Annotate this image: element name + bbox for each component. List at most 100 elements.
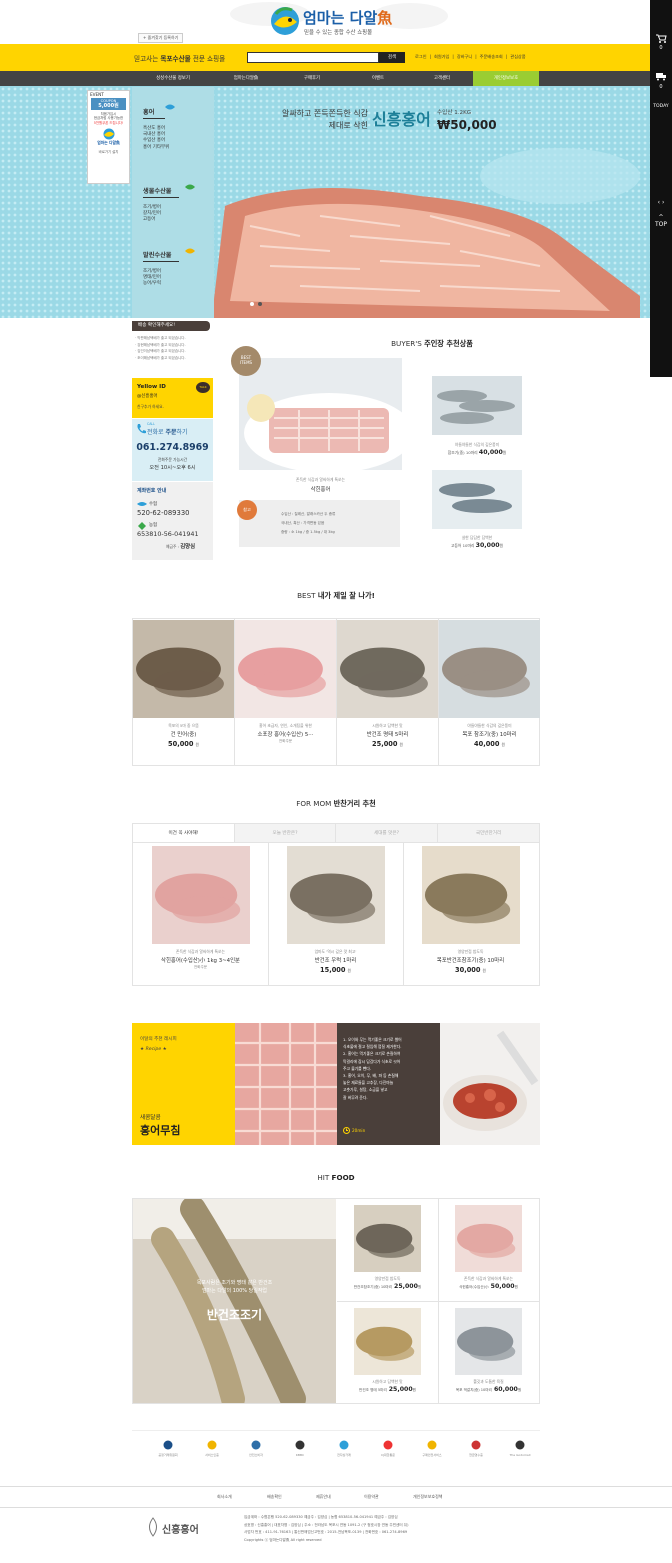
buyers-main-name[interactable]: 삭힌홍어 xyxy=(239,485,402,493)
footer-link-terms[interactable]: 이용약관 xyxy=(364,1494,379,1500)
account-box: 계좌번호 안내 수협 520-62-089330 농협 653810-56-04… xyxy=(132,482,213,560)
fish-photo xyxy=(439,620,540,718)
product-image[interactable] xyxy=(133,620,234,718)
link-login[interactable]: 로그인 xyxy=(415,54,427,60)
product-image[interactable] xyxy=(421,846,520,944)
nav-info[interactable]: 싱싱수산물 정보기 xyxy=(133,71,213,86)
product-image[interactable] xyxy=(439,620,540,718)
recipe-yellow-panel: 이달의 추천 레시피 ★ Recipe ★ 새콤달콤 홍어무침 xyxy=(132,1023,235,1145)
event-banner[interactable]: EVENT COUPON 5,000원 처음가입시 현금처럼 사용가능한 5천원쿠폰 … xyxy=(87,90,130,184)
cart-icon[interactable] xyxy=(655,33,667,43)
tab-generation[interactable]: 세대를 맛은? xyxy=(336,824,438,842)
hitfood-big-image[interactable]: 목포사람은 조기와 명태 같은 반건조 엄마는 다알의 100% 당일작업 반건조… xyxy=(133,1199,336,1403)
formom-title: FOR MOM 반찬거리 추천 xyxy=(296,799,376,808)
footer-link-about[interactable]: 회사소개 xyxy=(217,1494,232,1500)
tab-must-buy[interactable]: 이건 꼭 사야해! xyxy=(133,824,235,842)
partner-label[interactable]: 현금영수증 xyxy=(457,1453,495,1457)
product-image[interactable] xyxy=(354,1205,421,1272)
search-input[interactable] xyxy=(247,52,379,63)
hongeo-plate-image xyxy=(244,393,402,470)
product-image[interactable] xyxy=(354,1308,421,1375)
partner-label[interactable]: 구매안전서비스 xyxy=(413,1453,451,1457)
logo-fish-icon xyxy=(271,7,299,35)
nav-review[interactable]: 구매후기 xyxy=(279,71,345,86)
croaker-image xyxy=(432,376,522,435)
shortcut-caption: 바로가기 설치 xyxy=(98,150,119,155)
partner-label[interactable]: KBBC xyxy=(281,1453,319,1457)
truck-icon[interactable] xyxy=(655,72,667,81)
notice-item[interactable]: · 막판해남택배가 출고 되었습니다. xyxy=(135,335,186,342)
product-name[interactable]: 반건조 우럭 1마리 xyxy=(268,956,403,964)
site-logo[interactable]: 엄마는 다알魚 믿을 수 있는 종합 수산 쇼핑몰 xyxy=(270,4,410,42)
product-name-price[interactable]: 반건조 명태 5마리 25,000원 xyxy=(337,1386,438,1393)
best-title: BEST 내가 제일 잘 나가! xyxy=(297,591,375,600)
product-name-price[interactable]: 반건조참조기(중) 10마리 25,000원 xyxy=(337,1283,438,1290)
product-image[interactable] xyxy=(337,620,438,718)
footer-link-privacy[interactable]: 개인정보보호정책 xyxy=(413,1494,442,1500)
partner-label[interactable]: 전자상거래 xyxy=(325,1453,363,1457)
side1-name-price[interactable]: 참조기(중) 10마리 40,000원 xyxy=(424,449,530,456)
favorite-button[interactable]: + 즐겨찾기 등록하기 xyxy=(138,33,184,43)
product-price: 50,000 원 xyxy=(168,740,199,748)
category-fresh: 생물수산물 조기/병어 갈치/민어 고등어 xyxy=(143,186,179,224)
partner-label[interactable]: The Godomall xyxy=(501,1453,539,1457)
product-image[interactable] xyxy=(235,620,336,718)
product-name-price[interactable]: 목포 먹갈치(중) 10마리 60,000원 xyxy=(438,1386,539,1393)
buyers-side2-image[interactable] xyxy=(432,470,522,529)
search-button[interactable]: 검색 xyxy=(379,52,405,63)
product-image[interactable] xyxy=(455,1205,522,1272)
category-item[interactable]: 농어/우럭 xyxy=(143,281,179,287)
top-button[interactable]: ^ TOP xyxy=(650,214,672,228)
category-title[interactable]: 말린수산물 xyxy=(143,250,179,259)
product-image[interactable] xyxy=(455,1308,522,1375)
category-item[interactable]: 고등어 xyxy=(143,217,179,223)
link-join[interactable]: 회원가입 xyxy=(434,54,449,60)
side2-name-price[interactable]: 고등어 10마리 30,000원 xyxy=(424,542,530,549)
nav-event[interactable]: 이벤트 xyxy=(345,71,411,86)
buyers-side1-image[interactable] xyxy=(432,376,522,435)
fish-photo xyxy=(354,1205,421,1272)
product-sub: 전화주문 xyxy=(193,965,208,969)
product-name[interactable]: 소포장 홍어(수입산) 5··· xyxy=(235,730,336,738)
partner-label[interactable]: 안전소비자 xyxy=(237,1453,275,1457)
nav-support[interactable]: 고객센터 xyxy=(411,71,473,86)
tab-today[interactable]: 오늘 반찬은? xyxy=(235,824,336,842)
product-desc: 시원하고 담백한 맛 xyxy=(372,723,403,728)
scroll-arrows-icon[interactable]: ‹ › xyxy=(650,199,672,206)
nav-brand[interactable]: 엄마는다알魚 xyxy=(213,71,279,86)
link-order[interactable]: 주문배송조회 xyxy=(480,54,503,60)
info-tag: 참고 xyxy=(237,500,257,520)
recipe-banner[interactable]: 이달의 추천 레시피 ★ Recipe ★ 새콤달콤 홍어무침 1. 오이와 무… xyxy=(132,1023,540,1145)
notice-item[interactable]: · 조이해남택배가 출고 되었습니다. xyxy=(135,355,186,362)
footer-link-delivery[interactable]: 배송확인 xyxy=(267,1494,282,1500)
tab-national[interactable]: 국민반찬거리 xyxy=(438,824,539,842)
call-number[interactable]: 061.274.8969 xyxy=(132,442,213,453)
recipe-steps-panel: 1. 오이와 무는 먹기좋은 크기로 썰어 식초물에 절고 절임해 껍질 제거한다… xyxy=(337,1023,440,1145)
footer-link-partner[interactable]: 제휴안내 xyxy=(316,1494,331,1500)
link-cart[interactable]: 장바구니 xyxy=(457,54,472,60)
fish-photo xyxy=(235,620,336,718)
link-wish[interactable]: 관심상품 xyxy=(510,54,525,60)
fish-photo xyxy=(455,1308,522,1375)
partner-label[interactable]: 서비스인증 xyxy=(193,1453,231,1457)
notice-item[interactable]: · 김인이남택배가 출고 되었습니다. xyxy=(135,348,186,355)
product-name[interactable]: 건 민어(중) xyxy=(133,730,234,738)
recipe-hongeo-image xyxy=(235,1023,337,1145)
today-label[interactable]: TODAY xyxy=(650,104,672,109)
nav-privacy[interactable]: 개인정보보호 xyxy=(473,71,539,86)
category-sidebar: 홍어 흑산도 홍어 국내산 홍어 수입산 홍어 홍어 기타부위 생물수산물 조기… xyxy=(132,87,214,318)
product-name[interactable]: 목포 참조기(중) 10마리 xyxy=(439,730,540,738)
product-name[interactable]: 목포반건조참조기(중) 10마리 xyxy=(403,956,538,964)
category-item[interactable]: 홍어 기타부위 xyxy=(143,145,169,151)
product-name[interactable]: 삭힌홍어(수입산)小 1kg 3~4인분 xyxy=(133,956,268,964)
category-title[interactable]: 생물수산물 xyxy=(143,186,179,195)
partner-label[interactable]: CJ대한통운 xyxy=(369,1453,407,1457)
product-image[interactable] xyxy=(286,846,385,944)
product-desc: 목포의 5마 중 으뜸 xyxy=(168,723,199,728)
product-name-price[interactable]: 삭힌홍어(수입산)小 50,000원 xyxy=(438,1283,539,1290)
partner-label[interactable]: 공정거래위원회 xyxy=(149,1453,187,1457)
yellow-id-box[interactable]: Yellow ID @신흥홍어 친구추가 하세요. TALK xyxy=(132,378,213,418)
buyers-main-image[interactable] xyxy=(239,358,402,470)
product-name[interactable]: 반건조 명태 5마리 xyxy=(337,730,438,738)
product-image[interactable] xyxy=(151,846,250,944)
